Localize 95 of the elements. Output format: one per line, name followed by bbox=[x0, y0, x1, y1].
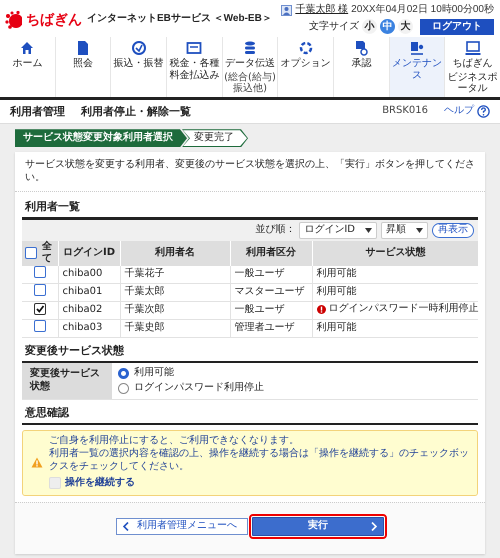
table-cell: 管理者ユーザ bbox=[230, 320, 312, 338]
row-checkbox[interactable] bbox=[34, 320, 46, 332]
progress-step: サービス状態変更対象利用者選択 bbox=[15, 129, 187, 148]
font-size-label: 文字サイズ bbox=[309, 20, 359, 33]
progress-step: 変更完了 bbox=[182, 129, 248, 148]
status-text: 利用可能 bbox=[316, 286, 356, 299]
status-text: ログインパスワード一時利用停止 bbox=[328, 302, 478, 316]
bank-logo-icon bbox=[4, 10, 22, 30]
font-size-option[interactable]: 小 bbox=[362, 19, 377, 34]
column-header: 利用者名 bbox=[120, 240, 230, 266]
font-size-option[interactable]: 大 bbox=[398, 19, 413, 34]
radio-label: ログインパスワード利用停止 bbox=[134, 382, 264, 395]
warning-message: ご自身を利用停止にすると、ご利用できなくなります。 bbox=[49, 434, 300, 447]
nav-tab[interactable]: ちばぎん ビジネスポータル bbox=[445, 37, 500, 96]
screen-id: BRSK016 bbox=[382, 105, 428, 118]
sort-label: 並び順： bbox=[255, 224, 296, 236]
table-cell: chiba00 bbox=[58, 266, 120, 284]
refresh-button[interactable]: 再表示 bbox=[432, 223, 474, 238]
radio-label: 利用可能 bbox=[134, 366, 174, 380]
nav-label: 照会 bbox=[73, 58, 93, 70]
row-checkbox[interactable] bbox=[34, 302, 46, 315]
user-name-link[interactable]: 千葉太郎 様 bbox=[295, 4, 348, 16]
chevron-right-icon bbox=[371, 522, 377, 530]
document-badge-icon bbox=[353, 40, 370, 56]
nav-label: 承認 bbox=[351, 58, 372, 70]
font-size-option[interactable]: 中 bbox=[380, 19, 395, 34]
column-header: サービス状態 bbox=[312, 240, 478, 266]
document-icon bbox=[75, 40, 91, 56]
help-icon bbox=[477, 104, 490, 118]
table-cell: 千葉花子 bbox=[120, 266, 230, 284]
sort-order-select[interactable]: 昇順 bbox=[381, 222, 428, 238]
nav-label: 税金・各種料金払込み bbox=[168, 58, 220, 81]
logout-button[interactable]: ログアウト bbox=[420, 18, 494, 35]
alert-icon bbox=[316, 304, 326, 314]
nav-tab[interactable]: 照会 bbox=[56, 37, 112, 96]
help-link[interactable]: ヘルプ bbox=[444, 105, 474, 118]
table-cell: マスターユーザ bbox=[230, 284, 312, 302]
user-icon bbox=[281, 4, 292, 16]
chevron-left-icon bbox=[123, 522, 129, 530]
status-text: 利用可能 bbox=[316, 268, 356, 280]
card-icon bbox=[186, 40, 202, 56]
nav-label: ホーム bbox=[12, 58, 42, 70]
nav-label: オプション bbox=[280, 58, 331, 70]
laptop-icon bbox=[464, 40, 481, 56]
checkbox-label: 操作を継続する bbox=[65, 477, 135, 490]
column-header: 利用者区分 bbox=[230, 240, 312, 266]
person-monitor-icon bbox=[409, 40, 426, 56]
table-cell: 千葉次郎 bbox=[120, 302, 230, 320]
column-header: ログインID bbox=[58, 240, 120, 266]
nav-tab[interactable]: メンテナンス bbox=[390, 37, 446, 96]
back-button[interactable]: 利用者管理メニューへ bbox=[116, 518, 248, 534]
instruction-text: サービス状態を変更する利用者、変更後のサービス状態を選択の上、「実行」ボタンを押してください。 bbox=[15, 152, 485, 192]
caret-icon bbox=[365, 228, 372, 233]
home-icon bbox=[19, 40, 36, 56]
section-heading: 意思確認 bbox=[25, 406, 70, 420]
warning-message: 利用者一覧の選択内容を確認の上、操作を継続する場合は「操作を継続する」のチェックボックスをチェックしてください。 bbox=[49, 448, 469, 473]
section-title: 利用者管理 bbox=[10, 104, 65, 118]
table-cell: 一般ユーザ bbox=[230, 266, 312, 284]
ring-icon bbox=[298, 40, 314, 56]
checkmark-circle-icon bbox=[130, 40, 147, 56]
service-name: インターネットEBサービス ＜Web-EB＞ bbox=[87, 13, 272, 26]
bank-name: ちばぎん bbox=[26, 10, 82, 28]
nav-sublabel: ビジネスポータル bbox=[446, 72, 499, 94]
sort-field-select[interactable]: ログインID bbox=[299, 222, 377, 238]
table-cell: chiba01 bbox=[58, 284, 120, 302]
form-label: 変更後サービス状態 bbox=[22, 362, 112, 399]
nav-label: 振込・振替 bbox=[114, 58, 164, 70]
login-datetime: 20XX年04月02日 10時00分00秒 bbox=[351, 4, 494, 16]
caret-icon bbox=[416, 228, 423, 233]
table-cell: 一般ユーザ bbox=[230, 302, 312, 320]
continue-checkbox[interactable] bbox=[49, 477, 61, 490]
nav-tab[interactable]: 税金・各種料金払込み bbox=[167, 37, 223, 96]
section-heading: 利用者一覧 bbox=[25, 200, 81, 214]
nav-tab[interactable]: ホーム bbox=[0, 37, 56, 96]
nav-tab[interactable]: データ伝送 (総合(給与)振込他) bbox=[222, 37, 278, 96]
nav-label: データ伝送 bbox=[225, 58, 276, 70]
section-heading: 変更後サービス状態 bbox=[25, 344, 125, 358]
status-text: 利用可能 bbox=[316, 322, 356, 335]
table-cell: 千葉史郎 bbox=[120, 320, 230, 338]
row-checkbox[interactable] bbox=[34, 266, 46, 278]
table-cell: chiba03 bbox=[58, 320, 120, 338]
nav-tab[interactable]: 振込・振替 bbox=[111, 37, 168, 96]
warning-icon bbox=[31, 456, 43, 468]
page-title: 利用者停止・解除一覧 bbox=[81, 104, 191, 118]
nav-label: メンテナンス bbox=[391, 58, 444, 81]
table-cell: 千葉太郎 bbox=[120, 284, 230, 302]
select-all-label: 全て bbox=[40, 240, 53, 266]
row-checkbox[interactable] bbox=[34, 284, 46, 296]
nav-label: ちばぎん bbox=[452, 58, 493, 70]
select-all-checkbox[interactable] bbox=[25, 247, 37, 259]
radio-button[interactable] bbox=[118, 383, 129, 394]
nav-tab[interactable]: オプション bbox=[278, 37, 334, 96]
nav-sublabel: (総合(給与)振込他) bbox=[224, 72, 276, 94]
radio-button[interactable] bbox=[118, 368, 129, 378]
table-cell: chiba02 bbox=[58, 302, 120, 320]
